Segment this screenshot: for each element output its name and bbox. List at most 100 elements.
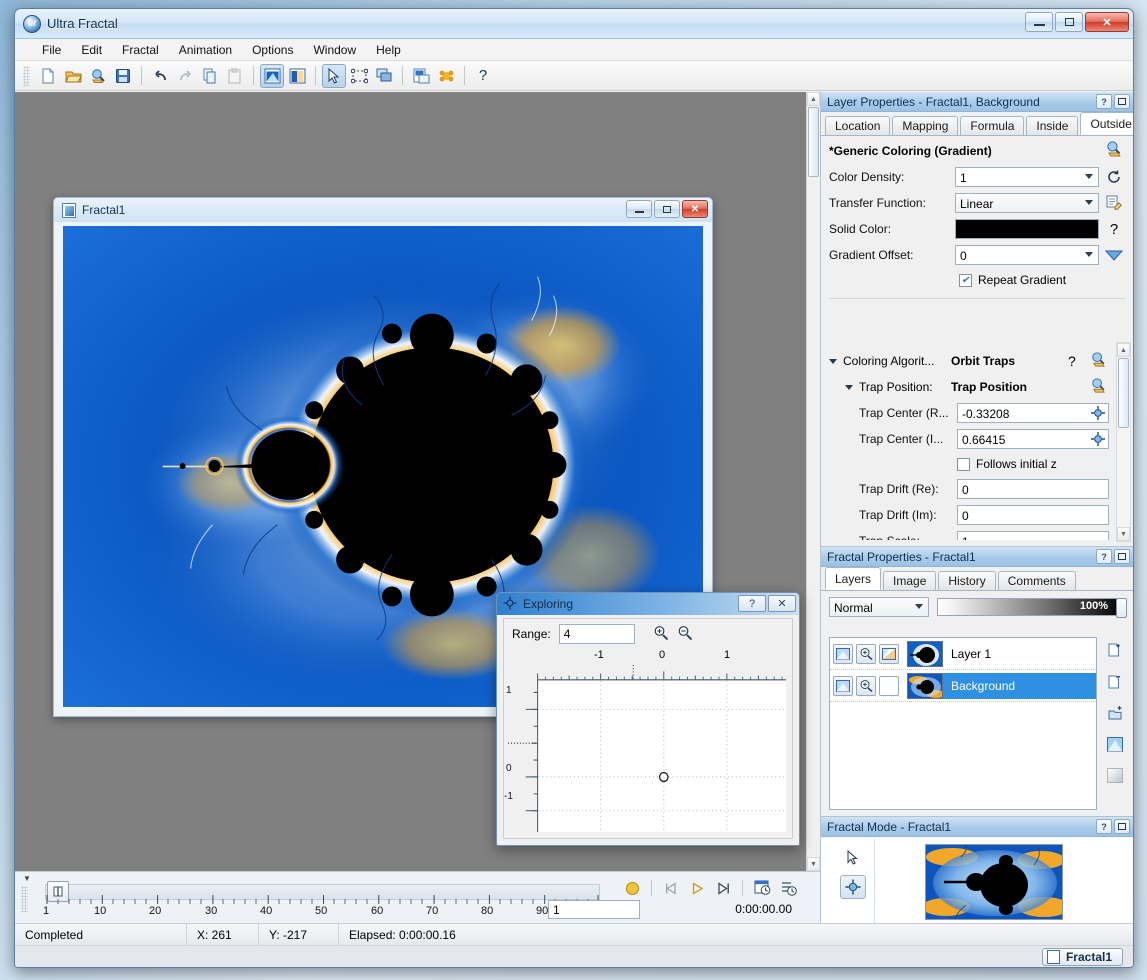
browse-coloring-icon[interactable] bbox=[1105, 140, 1125, 161]
tab-outside[interactable]: Outside bbox=[1080, 112, 1133, 135]
fractal-mode-collapse-button[interactable] bbox=[1114, 819, 1130, 834]
current-frame-input[interactable]: 1 bbox=[548, 900, 640, 919]
minimize-button[interactable] bbox=[1025, 12, 1053, 32]
browse-icon[interactable] bbox=[86, 64, 110, 88]
solid-color-help-icon[interactable]: ? bbox=[1103, 218, 1125, 240]
record-button[interactable] bbox=[620, 876, 644, 900]
layer-zoom-toggle[interactable] bbox=[856, 643, 876, 664]
menu-item-file[interactable]: File bbox=[33, 40, 70, 60]
trap-scale-input[interactable]: 1 bbox=[957, 531, 1109, 540]
delete-layer-button[interactable] bbox=[1103, 670, 1127, 694]
layer-name[interactable]: Layer 1 bbox=[943, 641, 1096, 667]
properties-scroll-up[interactable]: ▲ bbox=[1117, 343, 1130, 357]
tab-mapping[interactable]: Mapping bbox=[892, 116, 959, 135]
gradient-window-icon[interactable] bbox=[285, 64, 309, 88]
merge-mode-combo[interactable]: Normal bbox=[829, 597, 929, 617]
render-icon[interactable] bbox=[409, 64, 433, 88]
browse-trap-position-icon[interactable] bbox=[1090, 377, 1109, 397]
menu-item-help[interactable]: Help bbox=[367, 40, 410, 60]
trap-position-value[interactable]: Trap Position bbox=[951, 380, 1090, 394]
fractal-properties-collapse-button[interactable] bbox=[1114, 549, 1130, 564]
fractal-mode-preview[interactable] bbox=[925, 844, 1063, 920]
reset-color-density-icon[interactable] bbox=[1103, 166, 1125, 188]
timeline-menu-icon[interactable]: ▼ bbox=[23, 874, 31, 883]
coloring-algorithm-help-icon[interactable]: ? bbox=[1068, 353, 1090, 369]
exploring-close-button[interactable]: ✕ bbox=[768, 595, 796, 612]
fractal-mode-help-button[interactable]: ? bbox=[1096, 819, 1112, 834]
menu-item-fractal[interactable]: Fractal bbox=[113, 40, 168, 60]
copy-icon[interactable] bbox=[198, 64, 222, 88]
tab-layers[interactable]: Layers bbox=[825, 567, 882, 590]
layer-list[interactable]: Layer 1 Background bbox=[829, 637, 1097, 810]
select-tool-icon[interactable] bbox=[322, 63, 346, 88]
tab-location[interactable]: Location bbox=[825, 116, 891, 135]
layer-mask-button[interactable] bbox=[1103, 732, 1127, 756]
new-file-icon[interactable] bbox=[36, 64, 60, 88]
timeline-options-button[interactable] bbox=[776, 876, 800, 900]
tab-formula[interactable]: Formula bbox=[960, 116, 1025, 135]
trap-drift-im-input[interactable]: 0 bbox=[957, 505, 1109, 525]
browse-algorithm-icon[interactable] bbox=[1090, 351, 1109, 371]
table-row[interactable]: Background bbox=[830, 670, 1096, 702]
save-icon[interactable] bbox=[111, 64, 135, 88]
tab-image[interactable]: Image bbox=[883, 571, 937, 590]
fractal-close-button[interactable]: ✕ bbox=[682, 200, 708, 218]
layer-name[interactable]: Background bbox=[943, 672, 1096, 699]
edit-transfer-function-icon[interactable] bbox=[1103, 192, 1125, 214]
help-icon[interactable]: ? bbox=[471, 64, 495, 88]
pointer-tool-icon[interactable] bbox=[840, 845, 866, 869]
open-file-icon[interactable] bbox=[61, 64, 85, 88]
properties-scroll-down[interactable]: ▼ bbox=[1117, 527, 1130, 541]
menu-item-edit[interactable]: Edit bbox=[72, 40, 111, 60]
gradient-button[interactable] bbox=[1103, 763, 1127, 787]
fractal-window-icon[interactable] bbox=[260, 63, 284, 88]
tab-history[interactable]: History bbox=[938, 571, 996, 590]
layer-visible-toggle[interactable] bbox=[833, 643, 853, 664]
follows-initial-z-checkbox[interactable] bbox=[957, 457, 970, 471]
trap-center-im-picker-icon[interactable] bbox=[1091, 432, 1105, 449]
trap-drift-re-input[interactable]: 0 bbox=[957, 479, 1109, 499]
tab-comments[interactable]: Comments bbox=[997, 571, 1076, 590]
zoom-in-icon[interactable] bbox=[653, 625, 669, 644]
paste-icon[interactable] bbox=[223, 64, 247, 88]
menu-item-animation[interactable]: Animation bbox=[170, 40, 241, 60]
scroll-up-arrow[interactable]: ▲ bbox=[807, 92, 820, 106]
layer-mask-toggle[interactable] bbox=[879, 675, 899, 696]
add-layer-button[interactable] bbox=[1103, 639, 1127, 663]
fractal-maximize-button[interactable] bbox=[654, 200, 680, 218]
trap-position-row[interactable]: Trap Position: Trap Position bbox=[829, 374, 1109, 400]
animation-settings-button[interactable] bbox=[750, 876, 774, 900]
scroll-thumb[interactable] bbox=[808, 107, 819, 177]
redo-icon[interactable] bbox=[173, 64, 197, 88]
gradient-offset-menu-icon[interactable] bbox=[1103, 244, 1125, 266]
play-button[interactable] bbox=[685, 876, 709, 900]
zoom-out-icon[interactable] bbox=[677, 625, 693, 644]
fractal-properties-help-button[interactable]: ? bbox=[1096, 549, 1112, 564]
gradient-offset-combo[interactable]: 0 bbox=[955, 245, 1099, 265]
workspace-vertical-scrollbar[interactable]: ▲ ▼ bbox=[806, 92, 820, 871]
color-density-combo[interactable]: 1 bbox=[955, 167, 1099, 187]
toolbar-grip[interactable] bbox=[23, 65, 30, 86]
chevron-down-icon[interactable] bbox=[829, 358, 837, 364]
exploring-plot[interactable] bbox=[508, 665, 788, 834]
properties-scroll-thumb[interactable] bbox=[1118, 358, 1129, 428]
layer-zoom-toggle[interactable] bbox=[856, 675, 876, 696]
layer-properties-collapse-button[interactable] bbox=[1114, 94, 1130, 109]
trap-center-im-input[interactable]: 0.66415 bbox=[957, 429, 1109, 449]
exploring-help-button[interactable]: ? bbox=[738, 595, 766, 612]
undo-icon[interactable] bbox=[148, 64, 172, 88]
add-group-button[interactable] bbox=[1103, 701, 1127, 725]
menu-item-window[interactable]: Window bbox=[304, 40, 365, 60]
trap-center-re-picker-icon[interactable] bbox=[1091, 406, 1105, 423]
trap-center-re-input[interactable]: -0.33208 bbox=[957, 403, 1109, 423]
chevron-down-icon[interactable] bbox=[845, 384, 853, 390]
scroll-down-arrow[interactable]: ▼ bbox=[807, 857, 820, 871]
layer-tool-icon[interactable] bbox=[372, 64, 396, 88]
formula-icon[interactable] bbox=[434, 64, 458, 88]
exploring-plot-area[interactable]: 1 0 -1 bbox=[504, 665, 788, 834]
layer-thumbnail[interactable] bbox=[907, 672, 943, 699]
range-input[interactable]: 4 bbox=[558, 624, 635, 644]
node-tool-icon[interactable] bbox=[347, 64, 371, 88]
transfer-function-combo[interactable]: Linear bbox=[955, 193, 1099, 213]
solid-color-swatch[interactable] bbox=[955, 219, 1099, 239]
